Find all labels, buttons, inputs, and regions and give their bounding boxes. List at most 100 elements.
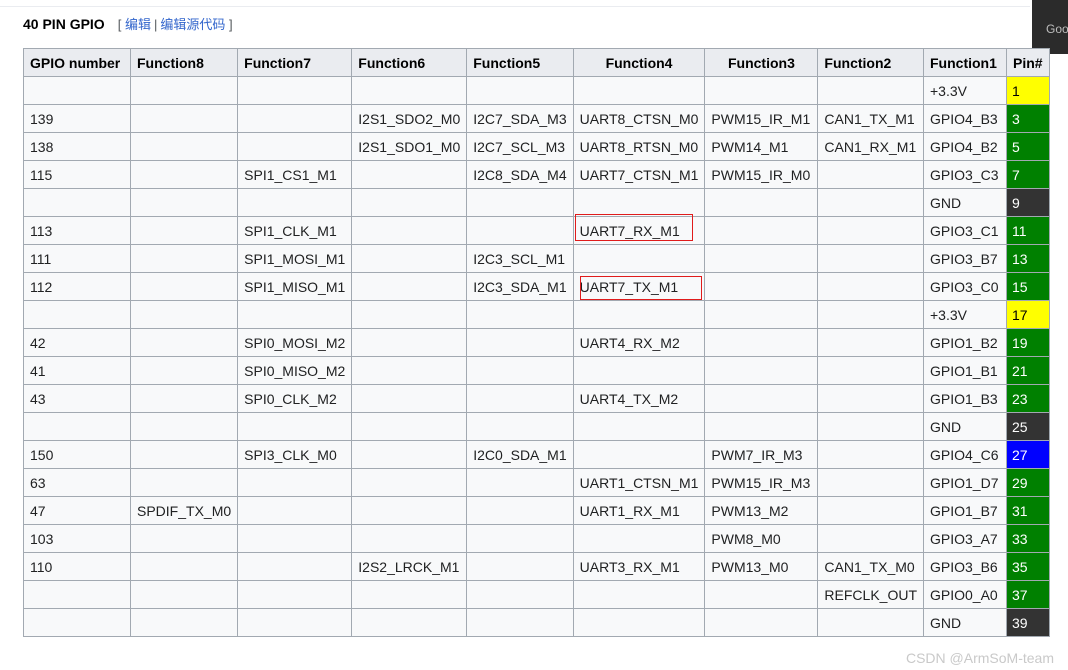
function7-cell (237, 496, 353, 525)
function7-cell: SPI3_CLK_M0 (237, 440, 353, 469)
function5-cell (466, 552, 574, 581)
column-header: Function8 (129, 48, 239, 77)
function1-cell: GPIO4_B2 (923, 132, 1007, 161)
function3-cell: PWM8_M0 (704, 524, 819, 553)
gpio-number-cell: 42 (23, 328, 131, 357)
pin-cell: 37 (1006, 580, 1050, 609)
highlight-box (574, 214, 693, 241)
function2-cell (817, 440, 924, 469)
function4-cell (572, 300, 706, 329)
watermark: CSDN @ArmSoM-team (905, 650, 1054, 666)
table-row: 112 SPI1_MISO_M1 I2C3_SDA_M1 UART7_TX_M1 GPI… (23, 272, 1050, 301)
gpio-number-cell (23, 76, 131, 105)
wiki-page: 40 PIN GPIO [ 编辑 | 编辑源代码 ] Goo GPIO number… (0, 0, 1068, 670)
column-header: Function6 (351, 48, 468, 77)
function7-cell (237, 104, 353, 133)
function3-cell: PWM13_M0 (704, 552, 819, 581)
function5-cell (466, 384, 574, 413)
function3-cell: PWM15_IR_M1 (704, 104, 819, 133)
function4-cell (572, 608, 706, 637)
function6-cell (351, 608, 468, 637)
function4-cell (572, 188, 706, 217)
function8-cell (129, 328, 239, 357)
pin-cell: 35 (1006, 552, 1050, 581)
function1-cell: GPIO1_D7 (923, 468, 1007, 497)
function7-cell: SPI1_MOSI_M1 (237, 244, 353, 273)
table-row: GND 25 (23, 412, 1050, 441)
edit-close-bracket: ] (229, 17, 233, 32)
corner-tab[interactable]: Goo (1032, 0, 1068, 54)
function6-cell (351, 160, 468, 189)
function2-cell (817, 524, 924, 553)
function6-cell (351, 244, 468, 273)
function2-cell: CAN1_TX_M1 (817, 104, 924, 133)
function1-cell: GPIO0_A0 (923, 580, 1007, 609)
function5-cell (466, 76, 574, 105)
function5-cell: I2C7_SDA_M3 (466, 104, 574, 133)
function5-cell (466, 608, 574, 637)
function2-cell: CAN1_RX_M1 (817, 132, 924, 161)
function7-cell: SPI0_CLK_M2 (237, 384, 353, 413)
function1-cell: GND (923, 412, 1007, 441)
function6-cell (351, 216, 468, 245)
function5-cell (466, 188, 574, 217)
function4-cell: UART8_RTSN_M0 (572, 132, 706, 161)
function2-cell (817, 188, 924, 217)
table-header-row: GPIO number Function8 Function7 Function6 Fu… (23, 48, 1050, 77)
function5-cell (466, 356, 574, 385)
function4-cell: UART8_CTSN_M0 (572, 104, 706, 133)
function6-cell (351, 328, 468, 357)
function1-cell: GPIO3_C0 (923, 272, 1007, 301)
function2-cell (817, 160, 924, 189)
table-row: GND 9 (23, 188, 1050, 217)
function6-cell: I2S2_LRCK_M1 (351, 552, 468, 581)
function2-cell (817, 412, 924, 441)
function5-cell: I2C3_SDA_M1 (466, 272, 574, 301)
function6-cell (351, 356, 468, 385)
function4-cell (572, 580, 706, 609)
function2-cell (817, 608, 924, 637)
function8-cell (129, 608, 239, 637)
function8-cell (129, 132, 239, 161)
function3-cell (704, 216, 819, 245)
edit-separator: | (153, 17, 158, 32)
function5-cell: I2C0_SDA_M1 (466, 440, 574, 469)
section-heading: 40 PIN GPIO [ 编辑 | 编辑源代码 ] (23, 14, 233, 33)
function4-cell: UART7_TX_M1 (572, 272, 706, 301)
table-row: 139 I2S1_SDO2_M0 I2C7_SDA_M3 UART8_CTSN_M0 P… (23, 104, 1050, 133)
column-header: Function5 (466, 48, 574, 77)
function1-cell: GPIO3_C3 (923, 160, 1007, 189)
edit-source-link[interactable]: 编辑源代码 (160, 17, 225, 32)
function1-cell: GPIO3_A7 (923, 524, 1007, 553)
table-body: +3.3V 1 139 I2S1_SDO2_M0 I2C7_SDA_M3 UART8_CT… (23, 76, 1050, 637)
function7-cell (237, 580, 353, 609)
pin-cell: 15 (1006, 272, 1050, 301)
pin-cell: 17 (1006, 300, 1050, 329)
table-row: 63 UART1_CTSN_M1 PWM15_IR_M3 GPIO1_D7 29 (23, 468, 1050, 497)
table-row: +3.3V 1 (23, 76, 1050, 105)
function1-cell: GPIO4_B3 (923, 104, 1007, 133)
function5-cell (466, 328, 574, 357)
function7-cell (237, 524, 353, 553)
pin-cell: 29 (1006, 468, 1050, 497)
function6-cell (351, 440, 468, 469)
function8-cell (129, 412, 239, 441)
gpio-number-cell: 110 (23, 552, 131, 581)
function2-cell (817, 216, 924, 245)
function3-cell (704, 356, 819, 385)
pin-cell: 27 (1006, 440, 1050, 469)
gpio-number-cell: 112 (23, 272, 131, 301)
function6-cell (351, 468, 468, 497)
corner-tab-label: Goo (1046, 22, 1068, 36)
function4-cell: UART7_CTSN_M1 (572, 160, 706, 189)
table-row: 41 SPI0_MISO_M2 GPIO1_B1 21 (23, 356, 1050, 385)
gpio-number-cell (23, 608, 131, 637)
column-header: Pin# (1006, 48, 1050, 77)
function7-cell (237, 188, 353, 217)
function2-cell (817, 496, 924, 525)
function5-cell: I2C8_SDA_M4 (466, 160, 574, 189)
function4-cell: UART4_RX_M2 (572, 328, 706, 357)
edit-link[interactable]: 编辑 (125, 17, 151, 32)
function5-cell (466, 524, 574, 553)
function1-cell: GPIO3_B6 (923, 552, 1007, 581)
